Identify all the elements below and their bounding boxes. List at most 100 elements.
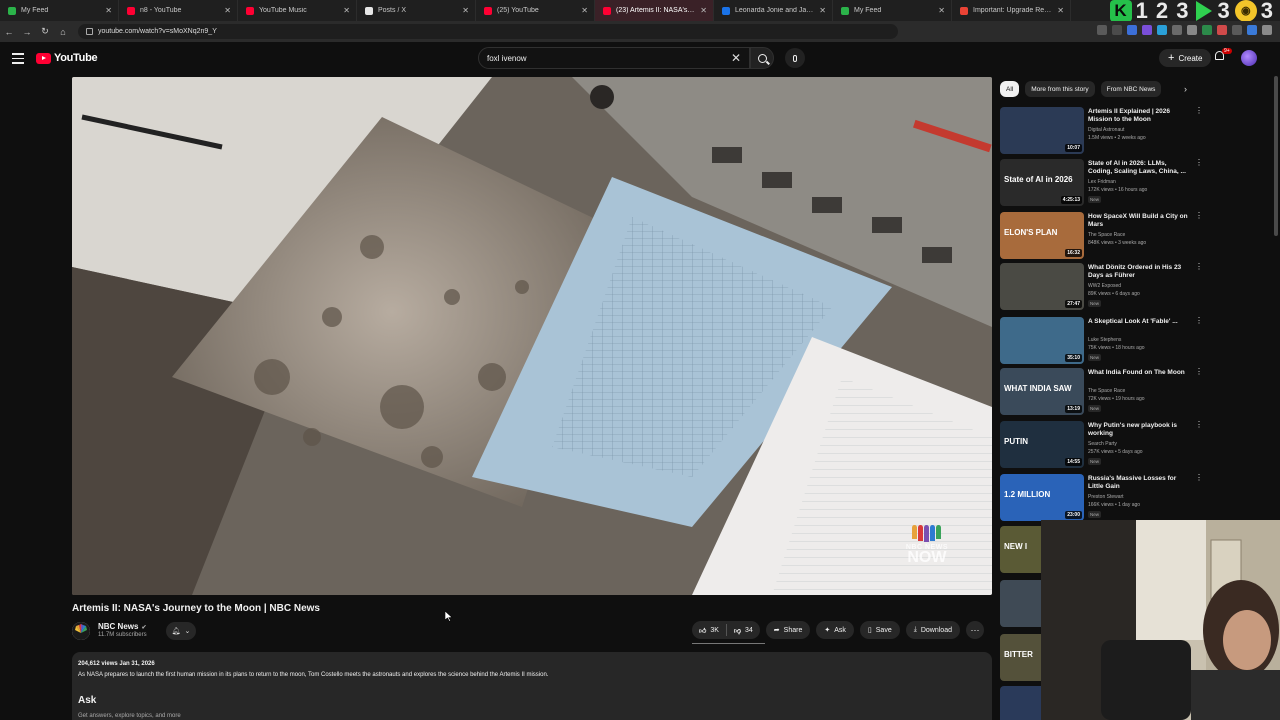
emoji-extension-icon[interactable]: ◉ bbox=[1234, 0, 1257, 22]
voice-search-button[interactable] bbox=[785, 48, 805, 68]
home-icon[interactable]: ⌂ bbox=[54, 27, 72, 37]
extension-icon[interactable] bbox=[1157, 25, 1167, 35]
browser-tab[interactable]: n8 - YouTube ✕ bbox=[119, 0, 238, 21]
play-extension-icon[interactable] bbox=[1195, 0, 1212, 21]
video-thumbnail[interactable]: 35:10 bbox=[1000, 317, 1084, 364]
extension-icon[interactable] bbox=[1232, 25, 1242, 35]
recommended-video[interactable]: 1.2 MILLION 23:00 Russia's Massive Losses … bbox=[1000, 474, 1203, 522]
channel-name[interactable]: Search Party bbox=[1088, 441, 1117, 447]
filter-chip[interactable]: From NBC News bbox=[1100, 81, 1162, 97]
video-title[interactable]: A Skeptical Look At 'Fable' ... bbox=[1088, 318, 1190, 326]
like-button[interactable]: 👍︎ 3K bbox=[692, 626, 726, 635]
clear-search-icon[interactable]: ✕ bbox=[731, 51, 741, 65]
search-button[interactable] bbox=[750, 47, 774, 69]
channel-name[interactable]: Digital Astronaut bbox=[1088, 127, 1124, 133]
dislike-button[interactable]: 👎︎ 34 bbox=[727, 626, 760, 635]
extension-icon[interactable] bbox=[1172, 25, 1182, 35]
close-tab-icon[interactable]: ✕ bbox=[1057, 6, 1064, 15]
description-box[interactable]: 204,612 views Jan 31, 2026 As NASA prepa… bbox=[72, 652, 992, 720]
address-bar[interactable]: youtube.com/watch?v=sMoXNq2n9_Y bbox=[78, 24, 898, 39]
puzzle-icon[interactable] bbox=[1262, 25, 1272, 35]
create-button[interactable]: + Create bbox=[1159, 49, 1212, 67]
account-avatar[interactable] bbox=[1241, 50, 1257, 66]
install-icon[interactable] bbox=[1097, 25, 1107, 35]
video-title[interactable]: What India Found on The Moon bbox=[1088, 369, 1190, 377]
recommended-video[interactable]: PUTIN 14:55 Why Putin's new playbook is wo… bbox=[1000, 421, 1203, 469]
more-options-icon[interactable]: ⋮ bbox=[1195, 474, 1203, 482]
browser-tab[interactable]: Important: Upgrade Required ✕ bbox=[952, 0, 1071, 21]
forward-arrow-icon[interactable]: → bbox=[18, 27, 36, 37]
close-tab-icon[interactable]: ✕ bbox=[105, 6, 112, 15]
extension-icon[interactable] bbox=[1217, 25, 1227, 35]
browser-tab[interactable]: (25) YouTube ✕ bbox=[476, 0, 595, 21]
recommended-video[interactable]: ELON'S PLAN 16:32 How SpaceX Will Build a … bbox=[1000, 212, 1203, 260]
video-title[interactable]: State of AI in 2026: LLMs, Coding, Scali… bbox=[1088, 160, 1190, 176]
video-thumbnail[interactable]: PUTIN 14:55 bbox=[1000, 421, 1084, 468]
video-thumbnail[interactable]: ELON'S PLAN 16:32 bbox=[1000, 212, 1084, 259]
video-title[interactable]: Artemis II Explained | 2026 Mission to t… bbox=[1088, 108, 1190, 124]
extension-icon[interactable] bbox=[1202, 25, 1212, 35]
scrollbar[interactable] bbox=[1274, 76, 1278, 236]
more-options-icon[interactable]: ⋮ bbox=[1195, 368, 1203, 376]
share-button[interactable]: ➦ Share bbox=[765, 621, 811, 639]
close-tab-icon[interactable]: ✕ bbox=[343, 6, 350, 15]
more-options-icon[interactable]: ⋮ bbox=[1195, 421, 1203, 429]
more-options-icon[interactable]: ⋮ bbox=[1195, 159, 1203, 167]
channel-name[interactable]: The Space Race bbox=[1088, 232, 1125, 238]
channel-name[interactable]: Luke Stephens bbox=[1088, 337, 1121, 343]
more-options-icon[interactable]: ⋮ bbox=[1195, 212, 1203, 220]
reload-icon[interactable]: ↻ bbox=[36, 26, 54, 37]
site-info-icon[interactable] bbox=[86, 28, 93, 35]
close-tab-icon[interactable]: ✕ bbox=[819, 6, 826, 15]
extension-icon[interactable] bbox=[1187, 25, 1197, 35]
video-player[interactable]: NBC NEWS NOW bbox=[72, 77, 992, 595]
video-thumbnail[interactable]: 1.2 MILLION 23:00 bbox=[1000, 474, 1084, 521]
back-arrow-icon[interactable]: ← bbox=[0, 27, 18, 37]
video-title[interactable]: How SpaceX Will Build a City on Mars bbox=[1088, 213, 1190, 229]
extension-icon[interactable] bbox=[1247, 25, 1257, 35]
ask-button[interactable]: ✦ Ask bbox=[816, 621, 854, 639]
filter-chip[interactable]: All bbox=[1000, 81, 1020, 97]
browser-tab[interactable]: My Feed ✕ bbox=[833, 0, 952, 21]
k-extension-icon[interactable]: K bbox=[1109, 0, 1132, 22]
channel-name[interactable]: WW2 Exposed bbox=[1088, 283, 1121, 289]
bookmark-star-icon[interactable] bbox=[1112, 25, 1122, 35]
recommended-video[interactable]: WHAT INDIA SAW 13:19 What India Found on T… bbox=[1000, 368, 1203, 416]
close-tab-icon[interactable]: ✕ bbox=[938, 6, 945, 15]
browser-tab[interactable]: My Feed ✕ bbox=[0, 0, 119, 21]
channel-name[interactable]: Preston Stewart bbox=[1088, 494, 1124, 500]
video-title[interactable]: What Dönitz Ordered in His 23 Days as Fü… bbox=[1088, 264, 1190, 280]
save-button[interactable]: ▯ Save bbox=[859, 621, 900, 639]
recommended-video[interactable]: 35:10 A Skeptical Look At 'Fable' ... Luke… bbox=[1000, 317, 1203, 365]
extension-icon[interactable] bbox=[1142, 25, 1152, 35]
browser-tab[interactable]: (23) Artemis II: NASA's Jou ✕ bbox=[595, 0, 714, 21]
close-tab-icon[interactable]: ✕ bbox=[581, 6, 588, 15]
chevron-right-icon[interactable]: › bbox=[1184, 84, 1187, 94]
browser-tab[interactable]: YouTube Music ✕ bbox=[238, 0, 357, 21]
video-thumbnail[interactable]: State of AI in 2026 4:25:13 bbox=[1000, 159, 1084, 206]
video-title[interactable]: Why Putin's new playbook is working bbox=[1088, 422, 1190, 438]
close-tab-icon[interactable]: ✕ bbox=[700, 6, 707, 15]
channel-name[interactable]: The Space Race bbox=[1088, 388, 1125, 394]
close-tab-icon[interactable]: ✕ bbox=[462, 6, 469, 15]
filter-chip[interactable]: More from this story bbox=[1025, 81, 1095, 97]
more-actions-icon[interactable]: ⋯ bbox=[965, 621, 984, 639]
more-options-icon[interactable]: ⋮ bbox=[1195, 317, 1203, 325]
recommended-video[interactable]: 10:07 Artemis II Explained | 2026 Mission… bbox=[1000, 107, 1203, 155]
channel-name[interactable]: Lex Fridman bbox=[1088, 179, 1116, 185]
download-button[interactable]: ⤓ Download bbox=[905, 621, 960, 639]
video-thumbnail[interactable]: 27:47 bbox=[1000, 263, 1084, 310]
more-options-icon[interactable]: ⋮ bbox=[1195, 107, 1203, 115]
notifications-bell-icon[interactable]: 9+ bbox=[1214, 48, 1232, 64]
video-thumbnail[interactable]: WHAT INDIA SAW 13:19 bbox=[1000, 368, 1084, 415]
recommended-video[interactable]: 27:47 What Dönitz Ordered in His 23 Days … bbox=[1000, 263, 1203, 311]
search-input[interactable]: foxl ivenow ✕ bbox=[478, 47, 750, 69]
close-tab-icon[interactable]: ✕ bbox=[224, 6, 231, 15]
recommended-video[interactable]: State of AI in 2026 4:25:13 State of AI in… bbox=[1000, 159, 1203, 207]
extension-icon[interactable] bbox=[1127, 25, 1137, 35]
browser-tab[interactable]: Leonarda Jonie and Jake Shiel ✕ bbox=[714, 0, 833, 21]
more-options-icon[interactable]: ⋮ bbox=[1195, 263, 1203, 271]
browser-tab[interactable]: Posts / X ✕ bbox=[357, 0, 476, 21]
video-thumbnail[interactable]: 10:07 bbox=[1000, 107, 1084, 154]
youtube-logo[interactable]: YouTube bbox=[36, 52, 98, 64]
